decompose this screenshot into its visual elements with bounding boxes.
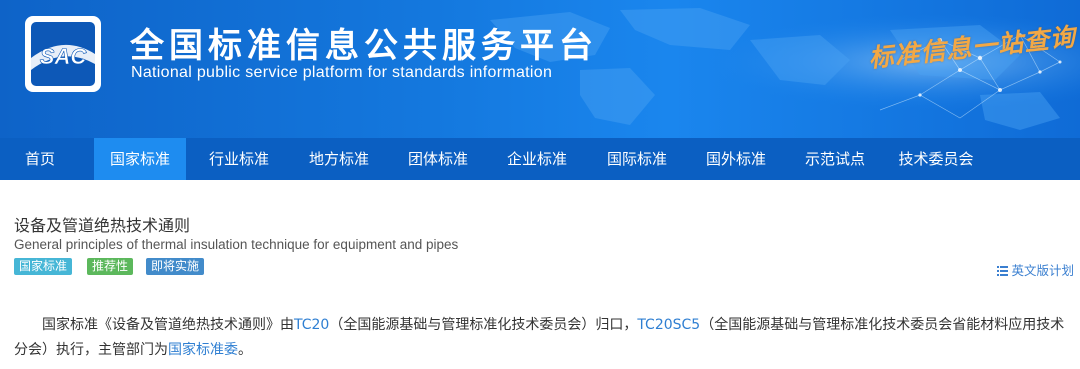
standard-title-en: General principles of thermal insulation… xyxy=(14,237,459,252)
nav-item-international-standards[interactable]: 国际标准 xyxy=(591,138,683,180)
standard-title-cn: 设备及管道绝热技术通则 xyxy=(14,216,191,235)
site-header: SAC 全国标准信息公共服务平台 National public service… xyxy=(0,0,1080,138)
badge-recommended: 推荐性 xyxy=(87,258,134,275)
english-version-plan-label: 英文版计划 xyxy=(1011,263,1074,278)
nav-item-foreign-standards[interactable]: 国外标准 xyxy=(690,138,782,180)
sc-code-link[interactable]: TC20SC5 xyxy=(637,317,700,333)
nav-item-local-standards[interactable]: 地方标准 xyxy=(293,138,385,180)
authority-link[interactable]: 国家标准委 xyxy=(168,342,238,358)
nav-item-technical-committees[interactable]: 技术委员会 xyxy=(886,138,986,180)
standard-detail: 设备及管道绝热技术通则 General principles of therma… xyxy=(0,180,1080,369)
main-nav: 首页 国家标准 行业标准 地方标准 团体标准 企业标准 国际标准 国外标准 示范… xyxy=(0,138,1080,180)
english-version-plan-link[interactable]: 英文版计划 xyxy=(997,260,1074,279)
nav-item-enterprise-standards[interactable]: 企业标准 xyxy=(491,138,583,180)
nav-item-national-standards[interactable]: 国家标准 xyxy=(94,138,186,180)
badge-national-standard: 国家标准 xyxy=(14,258,73,275)
badge-upcoming: 即将实施 xyxy=(146,258,205,275)
description-text-1: 国家标准《设备及管道绝热技术通则》由 xyxy=(42,317,294,333)
nav-item-home[interactable]: 首页 xyxy=(0,138,80,180)
svg-text:SAC: SAC xyxy=(40,44,88,69)
standard-description: 国家标准《设备及管道绝热技术通则》由TC20（全国能源基础与管理标准化技术委员会… xyxy=(14,313,1074,363)
nav-item-industry-standards[interactable]: 行业标准 xyxy=(193,138,285,180)
site-title-cn: 全国标准信息公共服务平台 xyxy=(130,26,598,66)
description-text-2: （全国能源基础与管理标准化技术委员会）归口， xyxy=(329,317,638,333)
site-title-en: National public service platform for sta… xyxy=(131,64,553,81)
nav-item-pilot-demonstration[interactable]: 示范试点 xyxy=(789,138,881,180)
tc-code-link[interactable]: TC20 xyxy=(294,317,329,333)
list-icon xyxy=(997,266,1009,276)
nav-item-group-standards[interactable]: 团体标准 xyxy=(392,138,484,180)
description-text-4: 。 xyxy=(238,342,252,358)
sac-logo[interactable]: SAC xyxy=(23,14,103,94)
